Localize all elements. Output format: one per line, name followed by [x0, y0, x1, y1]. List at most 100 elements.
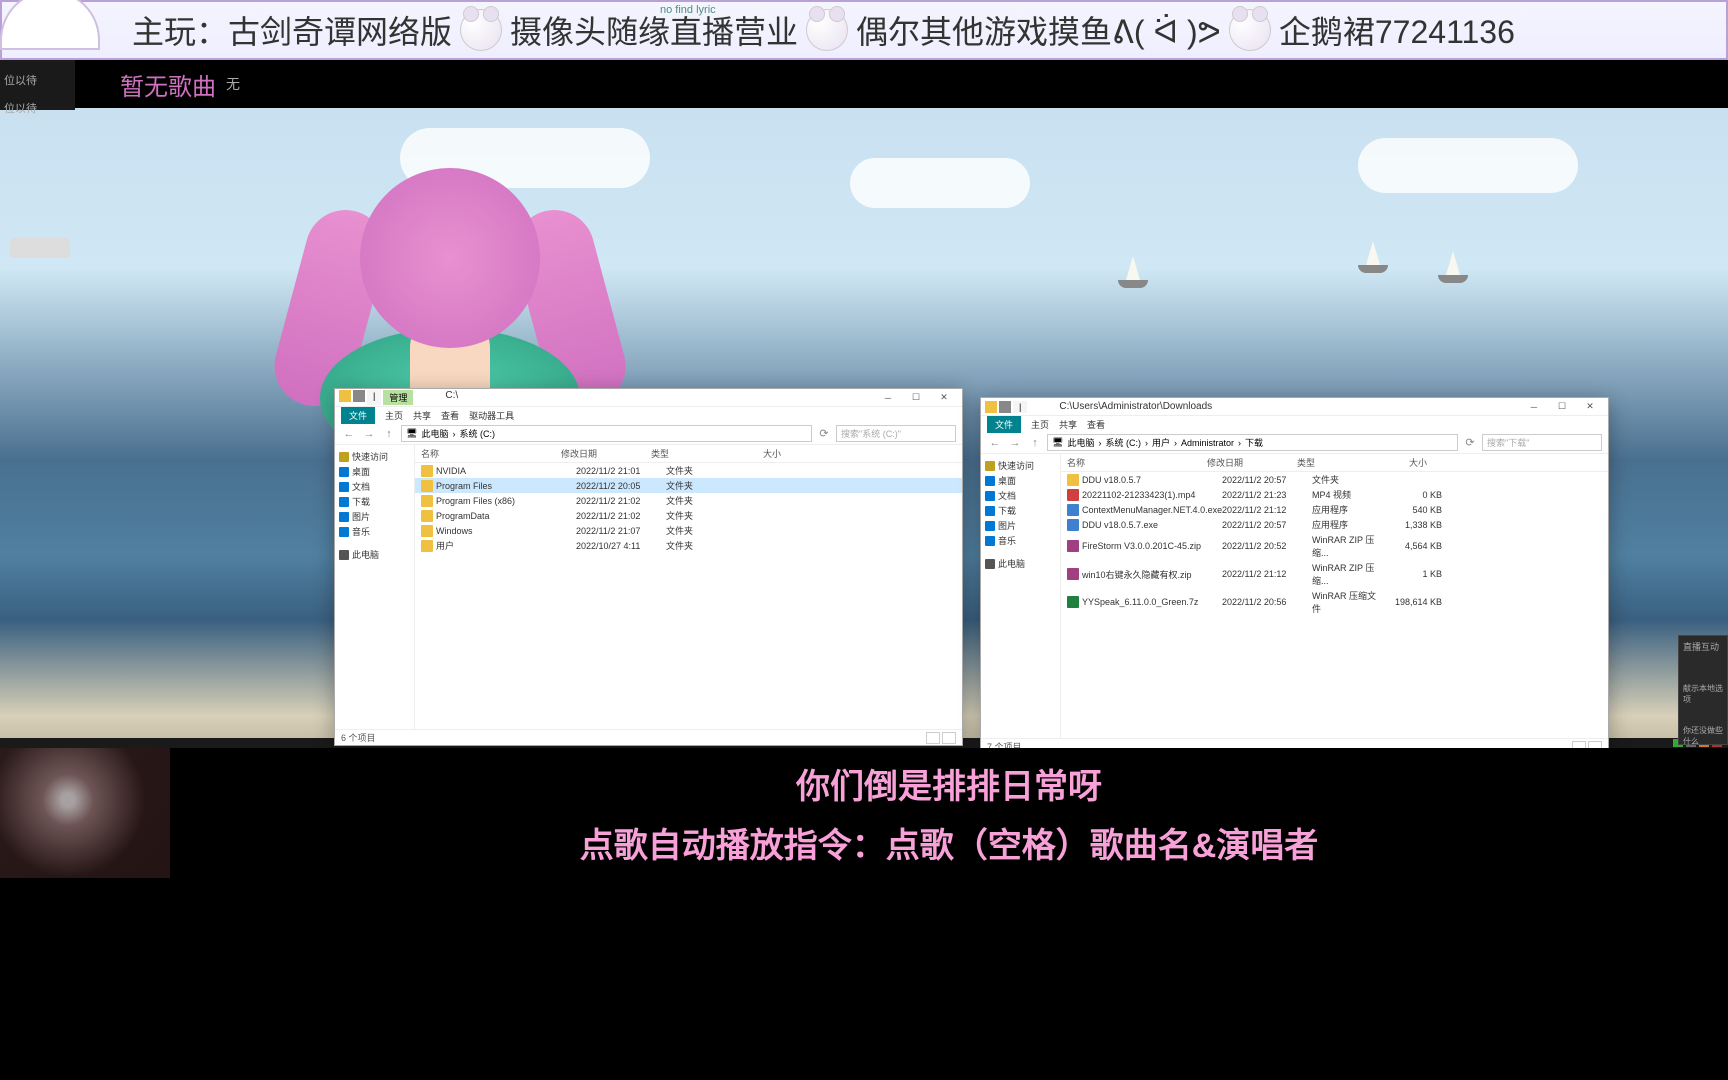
file-row[interactable]: Program Files (x86) 2022/11/2 21:02 文件夹: [415, 493, 962, 508]
nav-downloads[interactable]: 下载: [337, 494, 412, 509]
file-row[interactable]: DDU v18.0.5.7.exe 2022/11/2 20:57 应用程序 1…: [1061, 517, 1608, 532]
file-row[interactable]: Program Files 2022/11/2 20:05 文件夹: [415, 478, 962, 493]
maximize-button[interactable]: ☐: [1548, 399, 1576, 415]
menu-file[interactable]: 文件: [341, 407, 375, 424]
maximize-button[interactable]: ☐: [902, 390, 930, 406]
folder-icon: [421, 525, 433, 537]
nav-pictures[interactable]: 图片: [983, 518, 1058, 533]
close-button[interactable]: ✕: [930, 390, 958, 406]
col-type[interactable]: 类型: [651, 447, 721, 460]
menu-share[interactable]: 共享: [413, 409, 431, 422]
back-button[interactable]: ←: [987, 435, 1003, 451]
webcam-feed: [0, 748, 170, 878]
nav-desktop[interactable]: 桌面: [983, 473, 1058, 488]
breadcrumb-seg[interactable]: 下载: [1245, 436, 1263, 449]
forward-button[interactable]: →: [1007, 435, 1023, 451]
nav-downloads[interactable]: 下载: [983, 503, 1058, 518]
minimize-button[interactable]: ─: [874, 390, 902, 406]
menu-home[interactable]: 主页: [1031, 418, 1049, 431]
column-headers[interactable]: 名称 修改日期 类型 大小: [1061, 454, 1608, 472]
file-row[interactable]: YYSpeak_6.11.0.0_Green.7z 2022/11/2 20:5…: [1061, 588, 1608, 616]
nav-pictures[interactable]: 图片: [337, 509, 412, 524]
nav-documents[interactable]: 文档: [983, 488, 1058, 503]
nav-pane[interactable]: 快速访问 桌面 文档 下载 图片 音乐 此电脑: [981, 454, 1061, 738]
view-details-icon[interactable]: [926, 732, 940, 744]
explorer-window-c-drive[interactable]: | 管理 C:\ ─ ☐ ✕ 文件 主页 共享 查看 驱动器工具 ← → ↑ 🖥…: [334, 388, 963, 746]
breadcrumb-seg[interactable]: 系统 (C:): [1105, 436, 1141, 449]
nav-this-pc[interactable]: 此电脑: [337, 547, 412, 562]
file-row[interactable]: 用户 2022/10/27 4:11 文件夹: [415, 538, 962, 553]
refresh-button[interactable]: ⟳: [1462, 435, 1478, 451]
menu-home[interactable]: 主页: [385, 409, 403, 422]
breadcrumb-seg[interactable]: Administrator: [1181, 438, 1234, 448]
titlebar[interactable]: | 管理 C:\ ─ ☐ ✕: [335, 389, 962, 407]
breadcrumb-seg[interactable]: 用户: [1152, 436, 1170, 449]
nav-quick-access[interactable]: 快速访问: [983, 458, 1058, 473]
view-large-icon[interactable]: [942, 732, 956, 744]
folder-icon: [421, 540, 433, 552]
breadcrumb[interactable]: 🖥 此电脑› 系统 (C:)› 用户› Administrator› 下载: [1047, 434, 1458, 451]
menu-view[interactable]: 查看: [441, 409, 459, 422]
nav-music[interactable]: 音乐: [983, 533, 1058, 548]
file-date: 2022/11/2 20:05: [576, 481, 666, 491]
sailboat-decor: [1438, 248, 1468, 283]
breadcrumb-seg[interactable]: 此电脑: [1067, 436, 1094, 449]
nav-this-pc[interactable]: 此电脑: [983, 556, 1058, 571]
banner-seg-3: 偶尔其他游戏摸鱼ᕕ( ᐛ )ᕗ: [856, 7, 1221, 53]
file-list[interactable]: 名称 修改日期 类型 大小 NVIDIA 2022/11/2 21:01 文件夹…: [415, 445, 962, 729]
file-name: ContextMenuManager.NET.4.0.exe: [1082, 505, 1222, 515]
breadcrumb[interactable]: 🖥 此电脑› 系统 (C:): [401, 425, 812, 442]
file-row[interactable]: 20221102-21233423(1).mp4 2022/11/2 21:23…: [1061, 487, 1608, 502]
col-type[interactable]: 类型: [1297, 456, 1367, 469]
col-size[interactable]: 大小: [721, 447, 781, 460]
file-row[interactable]: Windows 2022/11/2 21:07 文件夹: [415, 523, 962, 538]
nav-music[interactable]: 音乐: [337, 524, 412, 539]
back-button[interactable]: ←: [341, 426, 357, 442]
nav-documents[interactable]: 文档: [337, 479, 412, 494]
col-name[interactable]: 名称: [421, 447, 561, 460]
file-name: DDU v18.0.5.7: [1082, 475, 1222, 485]
menu-view[interactable]: 查看: [1087, 418, 1105, 431]
bottom-overlay: 你们倒是排排日常呀 点歌自动播放指令：点歌（空格）歌曲名&演唱者: [0, 748, 1728, 878]
file-row[interactable]: DDU v18.0.5.7 2022/11/2 20:57 文件夹: [1061, 472, 1608, 487]
window-title: C:\: [445, 390, 458, 405]
breadcrumb-seg[interactable]: 此电脑: [421, 427, 448, 440]
search-input[interactable]: 搜索"下载": [1482, 434, 1602, 451]
file-list[interactable]: 名称 修改日期 类型 大小 DDU v18.0.5.7 2022/11/2 20…: [1061, 454, 1608, 738]
refresh-button[interactable]: ⟳: [816, 426, 832, 442]
file-row[interactable]: FireStorm V3.0.0.201C-45.zip 2022/11/2 2…: [1061, 532, 1608, 560]
file-row[interactable]: win10右键永久隐藏有权.zip 2022/11/2 21:12 WinRAR…: [1061, 560, 1608, 588]
nav-quick-access[interactable]: 快速访问: [337, 449, 412, 464]
file-type: 文件夹: [666, 539, 736, 552]
bear-icon: [460, 9, 502, 51]
up-button[interactable]: ↑: [1027, 435, 1043, 451]
menu-tools[interactable]: 驱动器工具: [469, 409, 514, 422]
tab-manage[interactable]: 管理: [383, 390, 413, 405]
col-size[interactable]: 大小: [1367, 456, 1427, 469]
banner-seg-2: 摄像头随缘直播营业: [510, 7, 798, 53]
minimize-button[interactable]: ─: [1520, 399, 1548, 415]
menu-file[interactable]: 文件: [987, 416, 1021, 433]
explorer-window-downloads[interactable]: | C:\Users\Administrator\Downloads ─ ☐ ✕…: [980, 397, 1609, 755]
file-row[interactable]: ContextMenuManager.NET.4.0.exe 2022/11/2…: [1061, 502, 1608, 517]
forward-button[interactable]: →: [361, 426, 377, 442]
status-bar: 6 个项目: [335, 729, 962, 745]
column-headers[interactable]: 名称 修改日期 类型 大小: [415, 445, 962, 463]
search-input[interactable]: 搜索"系统 (C:)": [836, 425, 956, 442]
file-name: win10右键永久隐藏有权.zip: [1082, 568, 1222, 581]
nav-desktop[interactable]: 桌面: [337, 464, 412, 479]
file-row[interactable]: ProgramData 2022/11/2 21:02 文件夹: [415, 508, 962, 523]
col-name[interactable]: 名称: [1067, 456, 1207, 469]
up-button[interactable]: ↑: [381, 426, 397, 442]
file-row[interactable]: NVIDIA 2022/11/2 21:01 文件夹: [415, 463, 962, 478]
col-date[interactable]: 修改日期: [1207, 456, 1297, 469]
danmaku-panel[interactable]: 直播互动 献示本地选项 你还没做些什么: [1678, 635, 1728, 745]
menu-share[interactable]: 共享: [1059, 418, 1077, 431]
file-date: 2022/11/2 21:02: [576, 511, 666, 521]
col-date[interactable]: 修改日期: [561, 447, 651, 460]
titlebar[interactable]: | C:\Users\Administrator\Downloads ─ ☐ ✕: [981, 398, 1608, 416]
nav-pane[interactable]: 快速访问 桌面 文档 下载 图片 音乐 此电脑: [335, 445, 415, 729]
breadcrumb-seg[interactable]: 系统 (C:): [459, 427, 495, 440]
folder-icon: [985, 401, 997, 413]
close-button[interactable]: ✕: [1576, 399, 1604, 415]
